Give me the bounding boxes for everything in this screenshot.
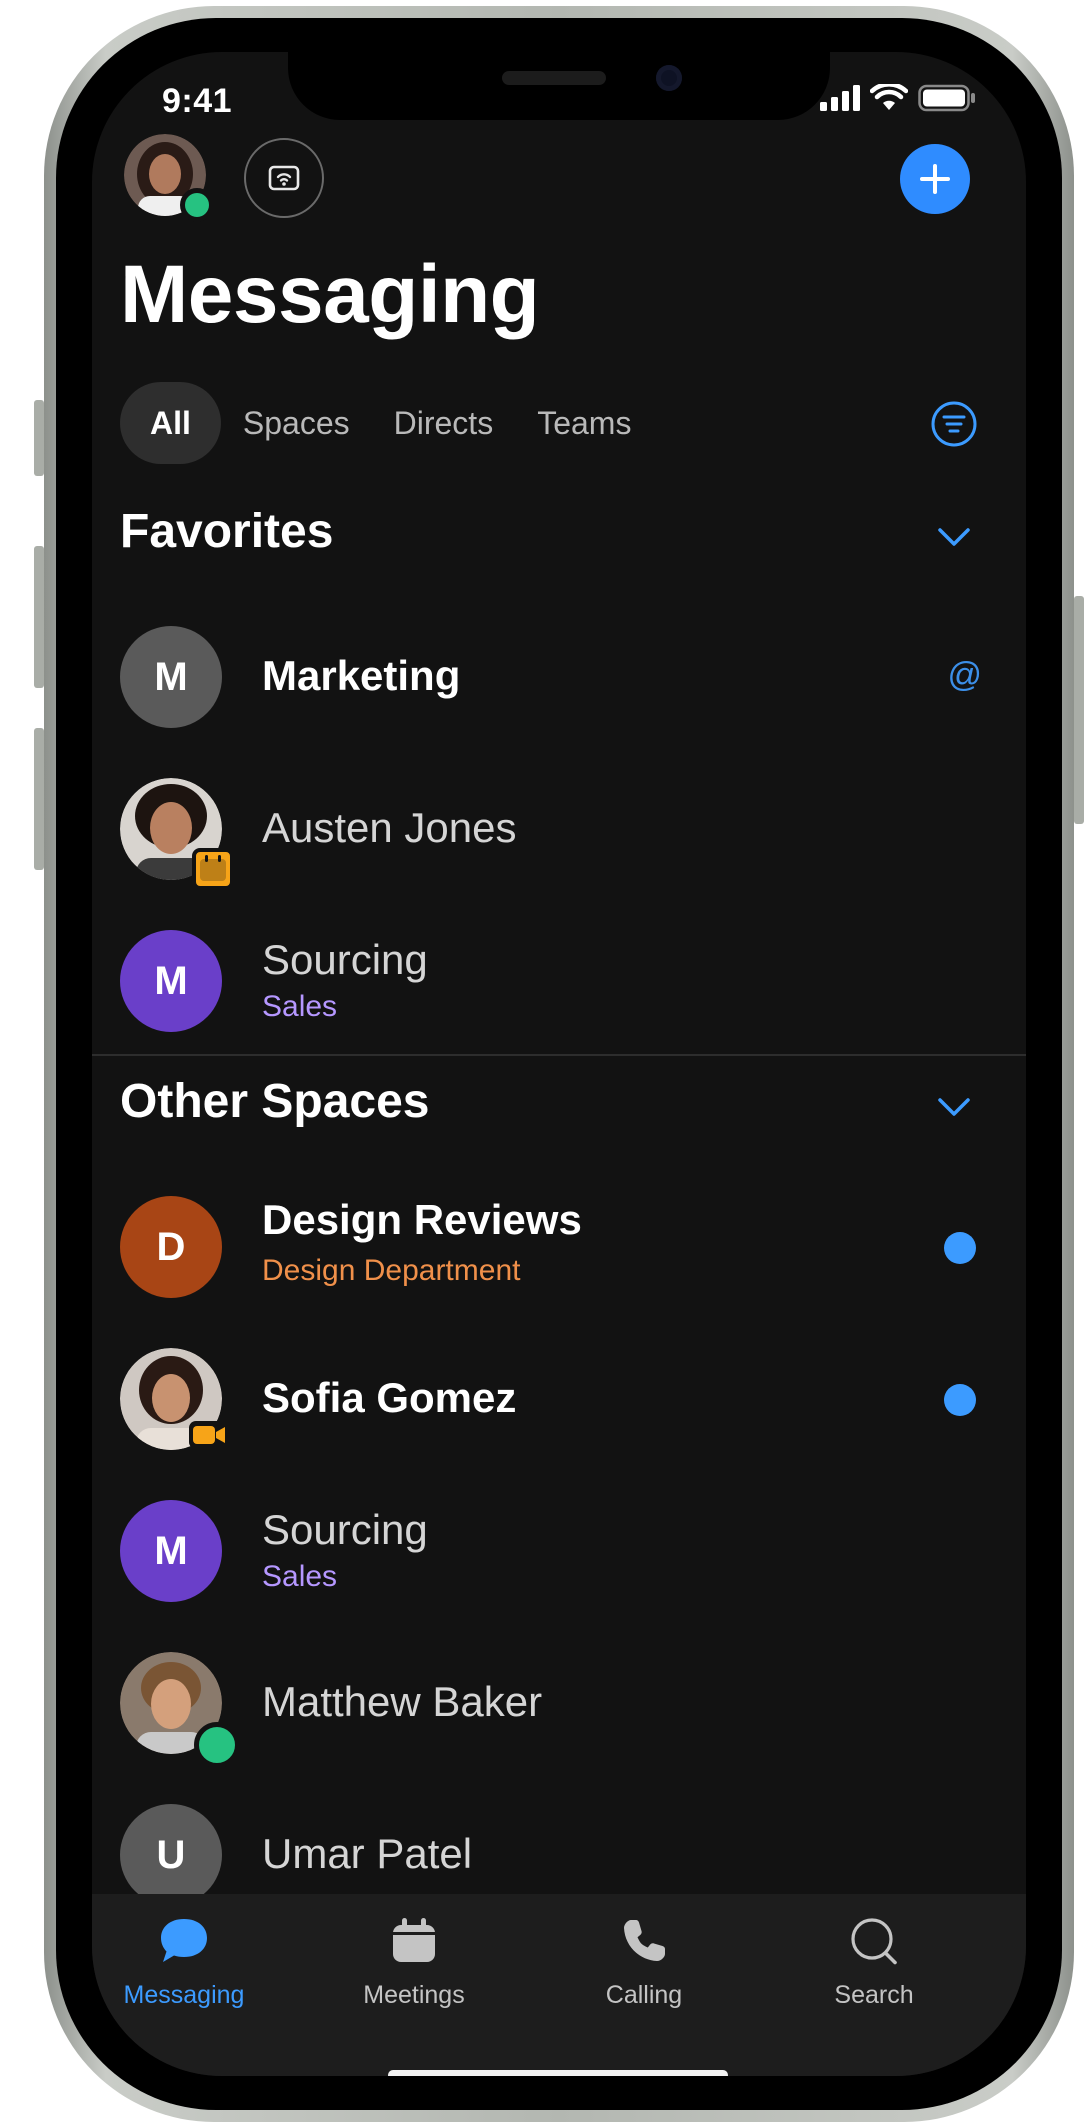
power-button [1074,596,1084,824]
favorites-header[interactable]: Favorites [120,504,333,559]
volume-up-button [34,546,44,688]
page-title: Messaging [120,249,540,340]
video-icon [189,1421,229,1449]
conversation-row-marketing[interactable]: M Marketing @ [92,606,1026,736]
speaker [502,71,606,85]
presence-online-indicator [194,1722,240,1768]
unread-indicator [944,1232,976,1264]
tab-bar-meetings[interactable]: Meetings [324,1916,504,2010]
chat-bubble-icon [161,1919,207,1962]
conversation-name: Marketing [262,652,461,699]
mention-indicator: @ [947,656,982,694]
conversation-name: Sofia Gomez [262,1374,517,1421]
tab-spaces[interactable]: Spaces [221,382,372,464]
conversation-name: Umar Patel [262,1830,473,1877]
team-label: Design Department [262,1254,521,1287]
wifi-icon [870,84,908,110]
conversation-row-sourcing[interactable]: M Sourcing Sales [92,910,1026,1040]
filter-icon[interactable] [930,400,978,448]
tab-bar-messaging[interactable]: Messaging [94,1916,274,2010]
filter-tabs: All Spaces Directs Teams [120,382,653,464]
conversation-row-austen-jones[interactable]: Austen Jones [92,758,1026,890]
conversation-row-design-reviews[interactable]: D Design Reviews Design Department [92,1176,1026,1306]
chevron-down-icon[interactable] [932,1084,976,1128]
volume-down-button [34,728,44,870]
conversation-name: Sourcing [262,1506,428,1553]
tab-label: Meetings [363,1981,465,2009]
space-avatar: M [120,930,222,1032]
signal-icon [820,85,860,111]
other-spaces-header[interactable]: Other Spaces [120,1074,429,1129]
chevron-down-icon[interactable] [932,514,976,558]
space-avatar: M [120,626,222,728]
home-indicator[interactable] [388,2070,728,2076]
conversation-name: Sourcing [262,936,428,983]
battery-icon [918,84,975,112]
bottom-tab-bar: Messaging Meetings Calling Search [92,1894,1026,2076]
search-icon [851,1918,897,1965]
team-label: Sales [262,1560,338,1593]
tab-label: Search [834,1981,914,2009]
unread-indicator [944,1384,976,1416]
notch [288,52,830,120]
calendar-icon [393,1918,435,1962]
plus-icon [920,164,950,194]
tab-label: Messaging [123,1981,245,2009]
tab-bar-calling[interactable]: Calling [554,1916,734,2010]
calendar-icon [192,848,234,890]
new-message-button[interactable] [900,144,970,214]
conversation-row-sofia-gomez[interactable]: Sofia Gomez [92,1328,1026,1458]
tab-all[interactable]: All [120,382,221,464]
tab-label: Calling [605,1981,683,2009]
conversation-name: Austen Jones [262,804,517,851]
mute-switch [34,400,44,476]
tab-teams[interactable]: Teams [515,382,653,464]
app-screen: 9:41 Messaging All Spaces Directs Teams … [92,52,1026,2076]
space-avatar: M [120,1500,222,1602]
tab-directs[interactable]: Directs [372,382,516,464]
conversation-row-sourcing-2[interactable]: M Sourcing Sales [92,1480,1026,1610]
device-wifi-icon [268,165,300,191]
section-divider [92,1054,1026,1056]
status-icons [820,84,976,112]
presence-online-indicator [180,188,214,222]
status-time: 9:41 [162,82,233,120]
tab-bar-search[interactable]: Search [784,1916,964,2010]
team-label: Sales [262,990,338,1023]
conversation-name: Design Reviews [262,1196,582,1243]
front-camera [656,65,682,91]
contact-avatar: U [120,1804,222,1906]
space-avatar: D [120,1196,222,1298]
conversation-row-matthew-baker[interactable]: Matthew Baker [92,1632,1026,1768]
conversation-name: Matthew Baker [262,1678,543,1725]
phone-icon [624,1920,665,1961]
connect-device-button[interactable] [244,138,324,218]
